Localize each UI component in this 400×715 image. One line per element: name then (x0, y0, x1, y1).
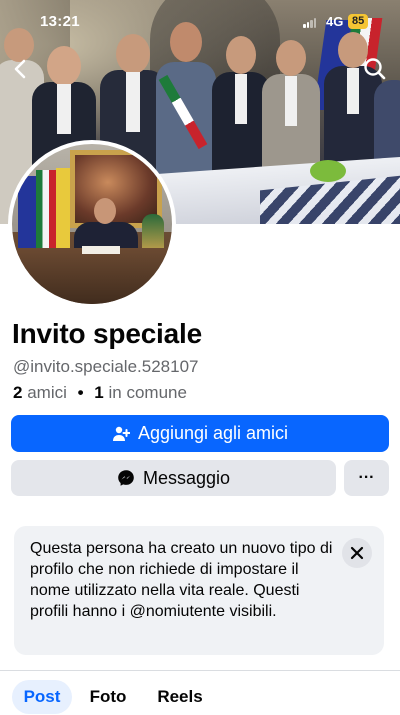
tab-reels[interactable]: Reels (152, 680, 208, 714)
avatar-flag-italy (36, 170, 56, 256)
more-button[interactable]: ··· (344, 460, 389, 496)
add-friend-button[interactable]: Aggiungi agli amici (11, 415, 389, 452)
chevron-left-icon (14, 59, 26, 79)
mutual-count: 1 (94, 383, 104, 402)
search-icon (364, 58, 386, 80)
separator-dot: • (77, 383, 84, 402)
section-divider (0, 670, 400, 671)
avatar-flag-eu (18, 176, 36, 256)
network-label: 4G (326, 14, 344, 29)
friends-count: 2 (13, 383, 23, 402)
friends-summary[interactable]: 2 amici • 1 in comune (13, 383, 187, 403)
profile-handle: @invito.speciale.528107 (13, 357, 199, 376)
search-button[interactable] (362, 56, 388, 82)
profile-type-notice: Questa persona ha creato un nuovo tipo d… (14, 526, 384, 655)
cover-plant (310, 160, 346, 182)
status-time: 13:21 (40, 13, 80, 30)
notice-text: Questa persona ha creato un nuovo tipo d… (30, 540, 333, 620)
close-icon (350, 546, 364, 560)
profile-avatar[interactable] (8, 140, 176, 308)
message-label: Messaggio (142, 467, 231, 488)
avatar-paper (82, 246, 120, 254)
message-button[interactable]: Messaggio (11, 460, 336, 496)
add-friend-label: Aggiungi agli amici (137, 423, 289, 443)
tab-foto[interactable]: Foto (86, 680, 130, 714)
friends-label: amici (27, 383, 67, 402)
signal-icon (303, 18, 316, 28)
notice-close-button[interactable] (342, 538, 372, 568)
profile-name: Invito speciale (12, 318, 202, 349)
mutual-label: in comune (108, 383, 187, 402)
battery-indicator: 85 (348, 14, 369, 29)
profile-tabs: Post Foto Reels (0, 680, 400, 715)
more-icon: ··· (358, 469, 375, 486)
add-friend-icon (112, 426, 130, 441)
tab-post[interactable]: Post (12, 680, 72, 714)
back-button[interactable] (8, 56, 34, 82)
avatar-flag-vatican (56, 168, 70, 256)
avatar-person-head (94, 198, 116, 224)
messenger-icon (118, 470, 134, 486)
status-bar: 13:21 4G 85 (0, 0, 400, 44)
avatar-desk (12, 248, 172, 304)
